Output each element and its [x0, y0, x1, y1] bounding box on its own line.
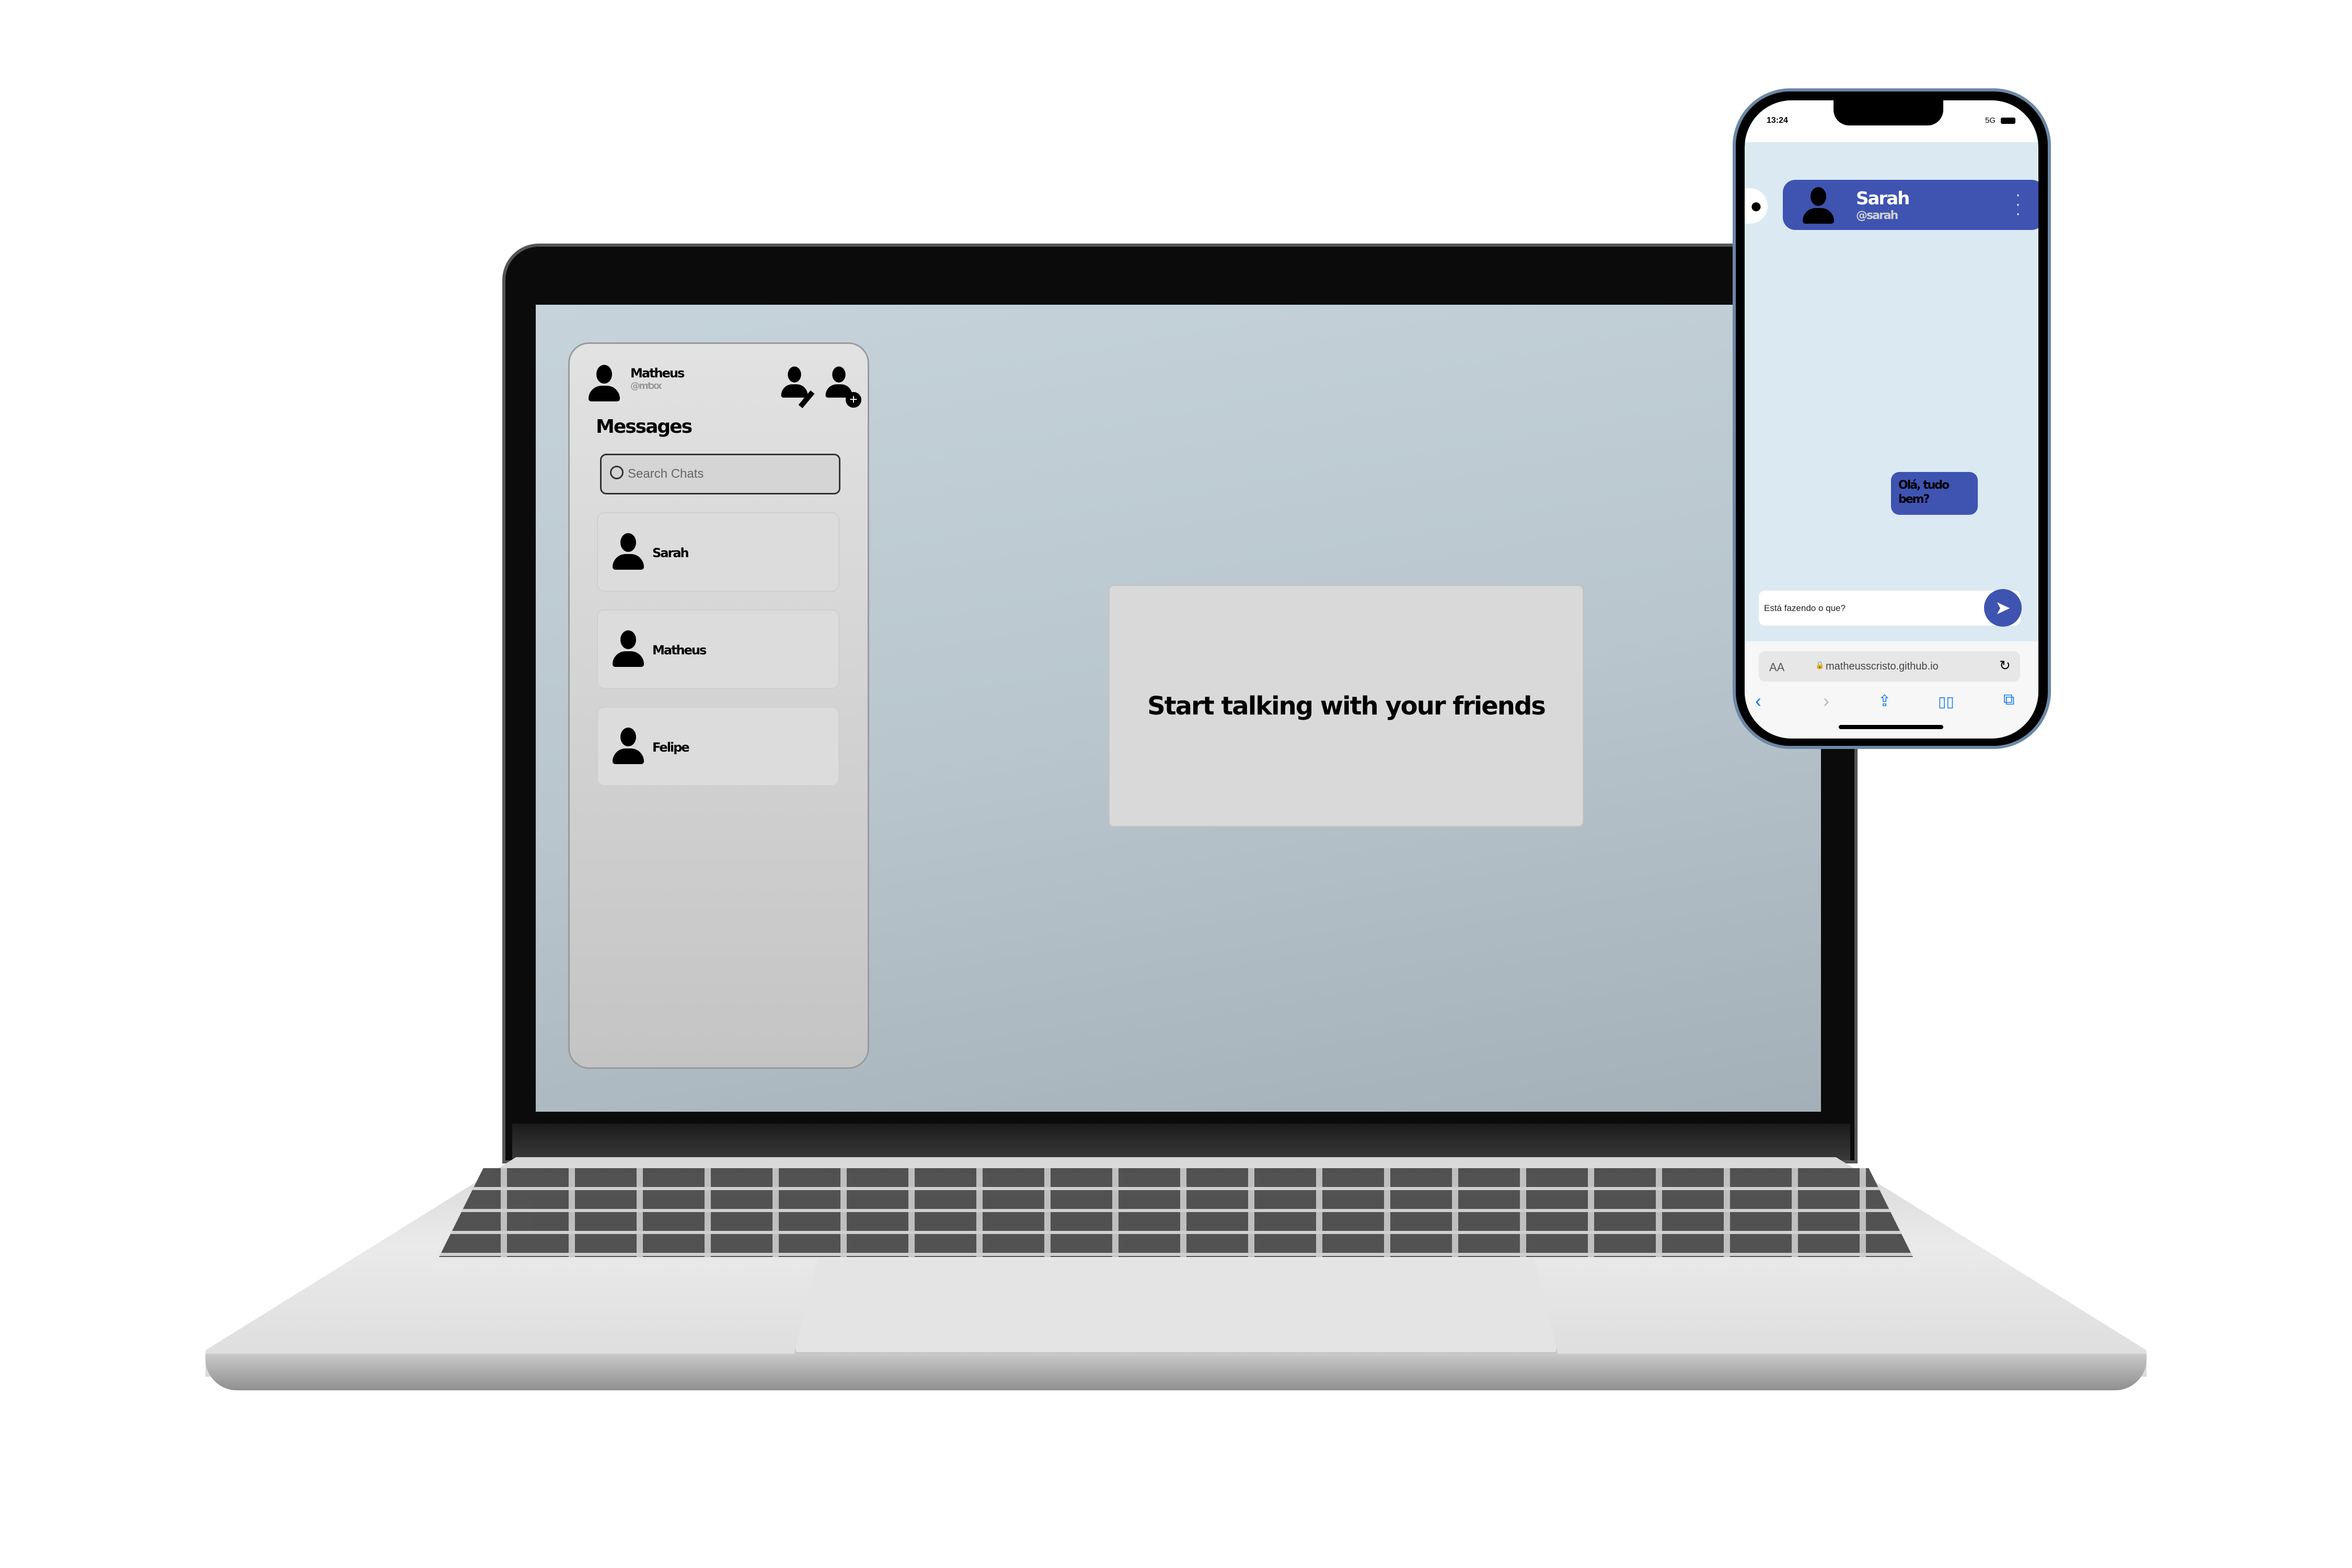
tabs-icon[interactable]: ⧉ [2003, 691, 2014, 709]
chat-name: Matheus [652, 643, 707, 658]
chat-name: Felipe [652, 740, 690, 755]
send-button[interactable]: ➤ [1984, 589, 2022, 627]
trackpad [794, 1260, 1558, 1354]
more-options-icon[interactable]: · · · [2013, 187, 2023, 222]
search-icon [610, 466, 624, 479]
avatar-icon [613, 630, 644, 667]
lock-icon: 🔒 [1815, 661, 1825, 669]
forward-icon: › [1823, 690, 1829, 711]
add-contact-icon[interactable] [825, 366, 852, 398]
contact-name: Sarah [1856, 188, 1910, 209]
contact-avatar-icon [1803, 187, 1834, 224]
url-text: matheusscristo.github.io [1826, 661, 1939, 672]
chat-item-matheus[interactable]: Matheus [597, 609, 839, 689]
avatar-icon [613, 728, 644, 764]
keyboard-rows [439, 1168, 1913, 1257]
laptop-base [205, 1354, 2147, 1390]
search-placeholder: Search Chats [628, 467, 704, 481]
back-icon[interactable]: ‹ [1755, 690, 1761, 712]
share-icon[interactable]: ⇪ [1878, 692, 1891, 710]
network-label: 5G [1985, 116, 1996, 125]
status-time: 13:24 [1767, 116, 1788, 125]
chat-header: Sarah @sarah · · · [1783, 180, 2038, 230]
phone-screen: 13:24 5G ● Sarah @sarah · · · Olá, tudo be… [1745, 100, 2038, 739]
empty-state-message: Start talking with your friends [1147, 691, 1546, 721]
chat-sidebar: Matheus @mtxx + Messages Search Chats Sa… [568, 342, 869, 1069]
messages-title: Messages [596, 416, 693, 437]
search-chats-input[interactable]: Search Chats [600, 454, 840, 494]
user-handle: @mtxx [630, 381, 662, 391]
chat-item-felipe[interactable]: Felipe [597, 707, 839, 786]
chat-item-sarah[interactable]: Sarah [597, 512, 839, 592]
user-avatar-icon [589, 365, 620, 401]
home-indicator [1839, 725, 1943, 729]
empty-state-card: Start talking with your friends [1109, 585, 1584, 827]
text-size-button[interactable]: AA [1769, 661, 1784, 674]
message-input[interactable]: Está fazendo o que? [1759, 591, 2021, 626]
reload-icon[interactable]: ↻ [1999, 658, 2011, 674]
user-name: Matheus [630, 366, 685, 381]
edit-profile-icon[interactable] [781, 366, 808, 398]
contact-handle: @sarah [1856, 209, 1898, 222]
contacts-icon[interactable]: ● [1745, 188, 1768, 224]
chat-name: Sarah [652, 546, 689, 560]
message-bubble: Olá, tudo bem? [1891, 472, 1978, 515]
laptop-hinge [512, 1124, 1850, 1160]
plus-icon: + [846, 392, 861, 408]
bookmarks-icon[interactable]: ▯▯ [1938, 693, 1954, 710]
avatar-icon [613, 533, 644, 570]
notch [1834, 100, 1943, 125]
address-bar[interactable]: AA 🔒 matheusscristo.github.io ↻ [1759, 651, 2020, 682]
battery-icon [2001, 118, 2015, 124]
